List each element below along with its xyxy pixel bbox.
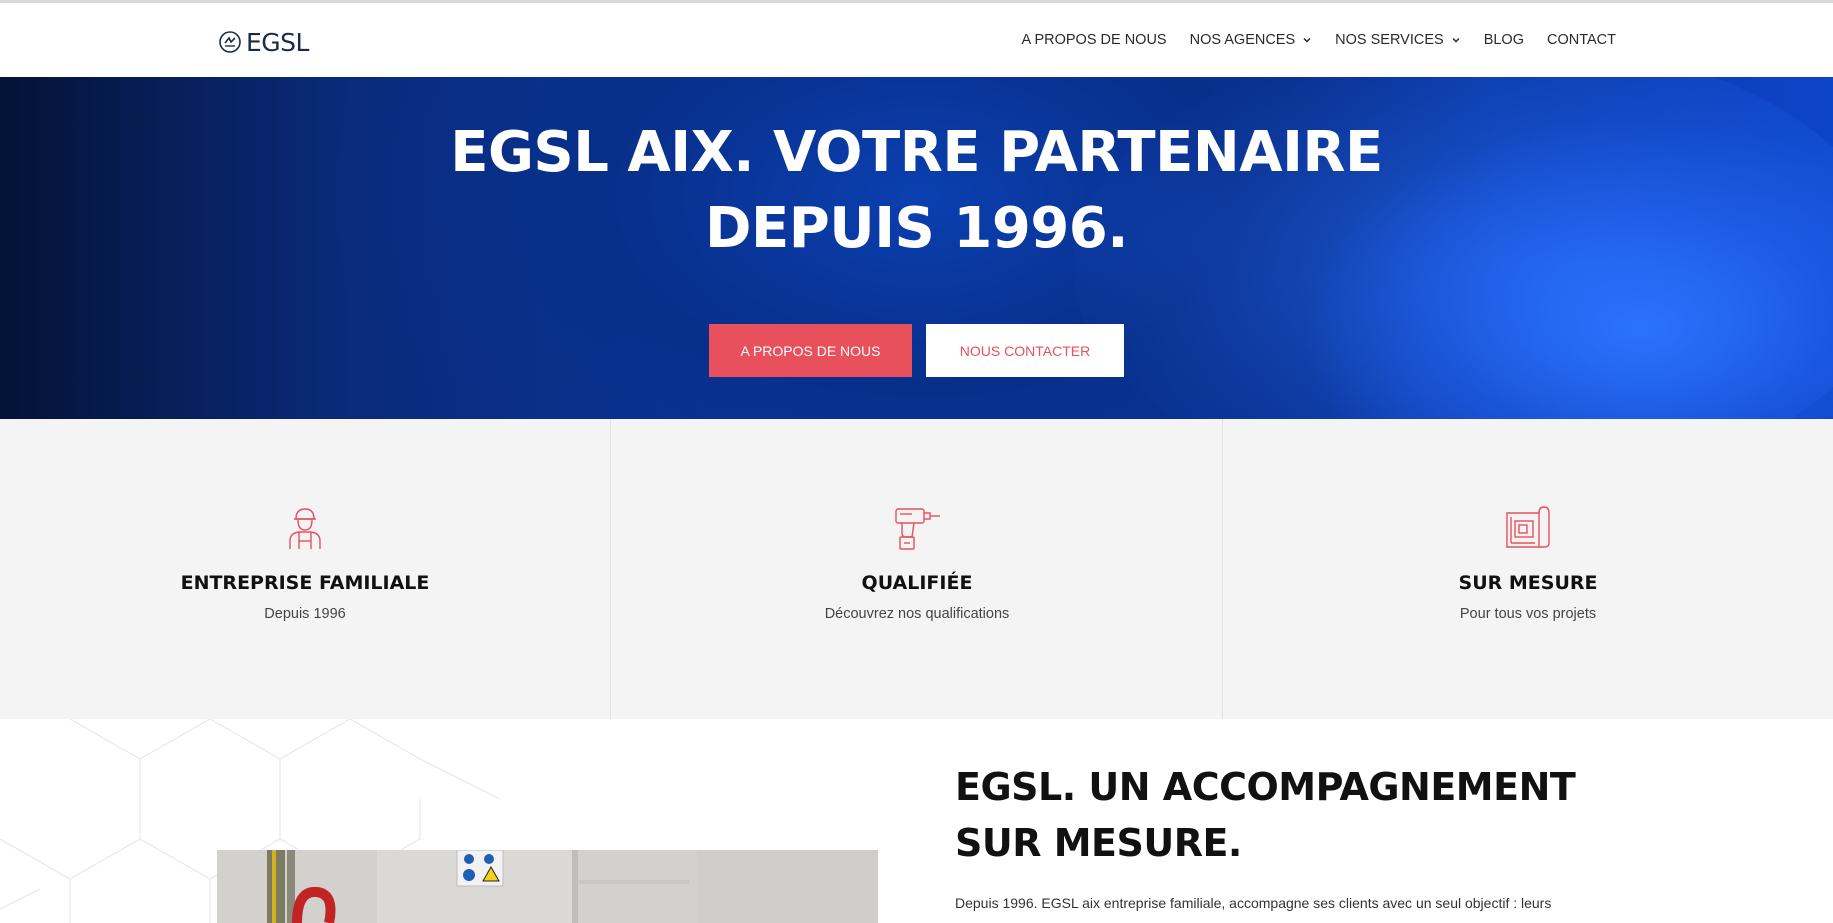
feature-title: SUR MESURE <box>1458 572 1598 594</box>
nav-item-label: NOS SERVICES <box>1335 32 1444 48</box>
hero-title-line1: EGSL AIX. VOTRE PARTENAIRE <box>450 120 1383 185</box>
nav-item-nos-services[interactable]: NOS SERVICES <box>1335 32 1461 48</box>
nav-item-contact[interactable]: CONTACT <box>1547 32 1616 48</box>
features-section: ENTREPRISE FAMILIALE Depuis 1996 QUALIFI… <box>0 419 1833 719</box>
worker-icon <box>289 508 321 549</box>
chevron-down-icon <box>1303 37 1311 43</box>
nav-item-blog[interactable]: BLOG <box>1484 32 1524 48</box>
feature-qualifiee: QUALIFIÉE Découvrez nos qualifications <box>610 419 1223 719</box>
nav-item-a-propos[interactable]: A PROPOS DE NOUS <box>1022 32 1167 48</box>
site-header: EGSL A PROPOS DE NOUS NOS AGENCES NOS SE… <box>0 3 1833 77</box>
logo-text: EGSL <box>246 27 309 57</box>
main-nav: A PROPOS DE NOUS NOS AGENCES NOS SERVICE… <box>1022 32 1616 48</box>
feature-title: QUALIFIÉE <box>861 572 973 594</box>
chevron-down-icon <box>1452 37 1460 43</box>
feature-title: ENTREPRISE FAMILIALE <box>180 572 430 594</box>
feature-subtitle: Depuis 1996 <box>264 606 346 622</box>
hero-title-line2: DEPUIS 1996. <box>704 196 1129 261</box>
nav-item-nos-agences[interactable]: NOS AGENCES <box>1190 32 1313 48</box>
about-section: EGSL. UN ACCOMPAGNEMENT SUR MESURE. Depu… <box>0 719 1833 923</box>
contact-us-button[interactable]: NOUS CONTACTER <box>926 324 1124 377</box>
logo-mark-icon <box>219 31 241 53</box>
drill-icon <box>895 508 940 550</box>
site-logo[interactable]: EGSL <box>218 27 309 57</box>
about-text: Depuis 1996. EGSL aix entreprise familia… <box>955 895 1552 911</box>
nav-item-label: NOS AGENCES <box>1189 32 1296 48</box>
hero-banner: EGSL AIX. VOTRE PARTENAIRE DEPUIS 1996. … <box>0 77 1833 419</box>
photo-illustration <box>217 850 878 923</box>
feature-subtitle: Découvrez nos qualifications <box>824 606 1010 622</box>
feature-sur-mesure: SUR MESURE Pour tous vos projets <box>1222 419 1833 719</box>
blueprint-icon <box>1506 506 1550 548</box>
about-title-line2: SUR MESURE. <box>955 821 1242 865</box>
hero-title: EGSL AIX. VOTRE PARTENAIRE DEPUIS 1996. <box>0 115 1833 267</box>
feature-subtitle: Pour tous vos projets <box>1459 606 1597 622</box>
nav-item-label: CONTACT <box>1546 32 1616 48</box>
about-title-line1: EGSL. UN ACCOMPAGNEMENT <box>955 765 1576 809</box>
installation-photo <box>217 850 878 923</box>
about-title: EGSL. UN ACCOMPAGNEMENT SUR MESURE. <box>955 759 1655 871</box>
feature-entreprise-familiale: ENTREPRISE FAMILIALE Depuis 1996 <box>0 419 610 719</box>
nav-item-label: A PROPOS DE NOUS <box>1021 32 1167 48</box>
nav-item-label: BLOG <box>1483 32 1524 48</box>
about-us-button[interactable]: A PROPOS DE NOUS <box>709 324 912 377</box>
